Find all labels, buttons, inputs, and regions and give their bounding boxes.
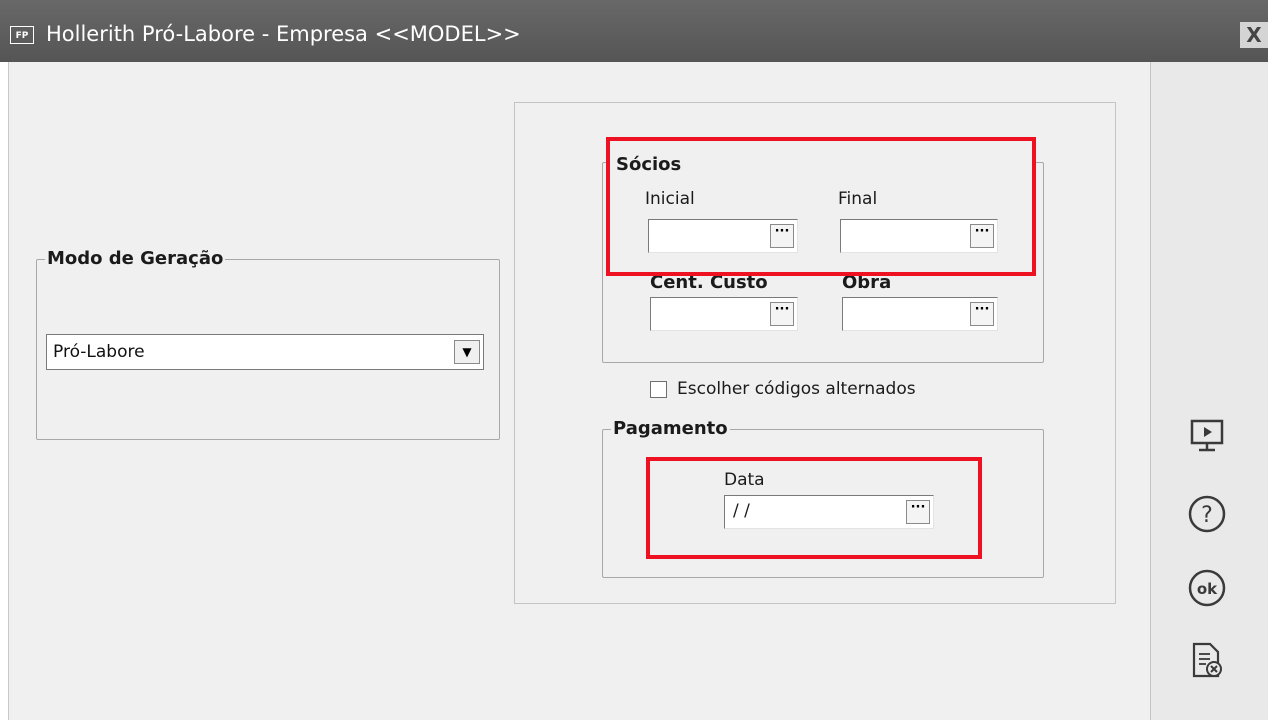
close-button[interactable]: X [1240,22,1268,48]
ellipsis-icon[interactable]: ··· [906,500,930,524]
modo-geracao-legend: Modo de Geração [47,248,224,269]
modo-geracao-select[interactable]: Pró-Labore ▼ [46,334,484,370]
pagamento-legend: Pagamento [613,418,728,439]
socio-inicial-field[interactable]: ··· [648,219,798,253]
codigos-alternados-label[interactable]: Escolher códigos alternados [677,378,916,400]
chevron-down-icon[interactable]: ▼ [454,340,480,364]
svg-text:?: ? [1201,503,1213,528]
codigos-alternados-checkbox[interactable] [650,381,667,398]
modo-geracao-value: Pró-Labore [53,342,145,362]
cancel-document-icon[interactable] [1185,638,1229,682]
obra-field[interactable]: ··· [842,297,998,331]
data-label: Data [724,470,765,490]
inicial-label-overlay: Inicial [645,189,695,209]
socios-legend-overlay: Sócios [616,154,682,175]
ellipsis-icon[interactable]: ··· [770,302,794,326]
data-pagamento-field[interactable]: / / ··· [724,495,934,529]
final-label-overlay: Final [838,189,878,209]
window-title: Hollerith Pró-Labore - Empresa <<MODEL>> [46,22,521,46]
presentation-icon[interactable] [1185,414,1229,458]
svg-text:ok: ok [1197,580,1218,598]
side-toolbar [1150,62,1268,720]
ellipsis-icon[interactable]: ··· [970,302,994,326]
ok-icon[interactable]: ok [1185,566,1229,610]
ellipsis-icon[interactable]: ··· [770,224,794,248]
title-bar: FP Hollerith Pró-Labore - Empresa <<MODE… [0,0,1268,62]
cent-custo-field[interactable]: ··· [650,297,798,331]
help-icon[interactable]: ? [1185,492,1229,536]
data-pagamento-value: / / [733,501,750,521]
app-icon: FP [10,26,34,44]
ellipsis-icon[interactable]: ··· [970,224,994,248]
socio-final-field[interactable]: ··· [840,219,998,253]
